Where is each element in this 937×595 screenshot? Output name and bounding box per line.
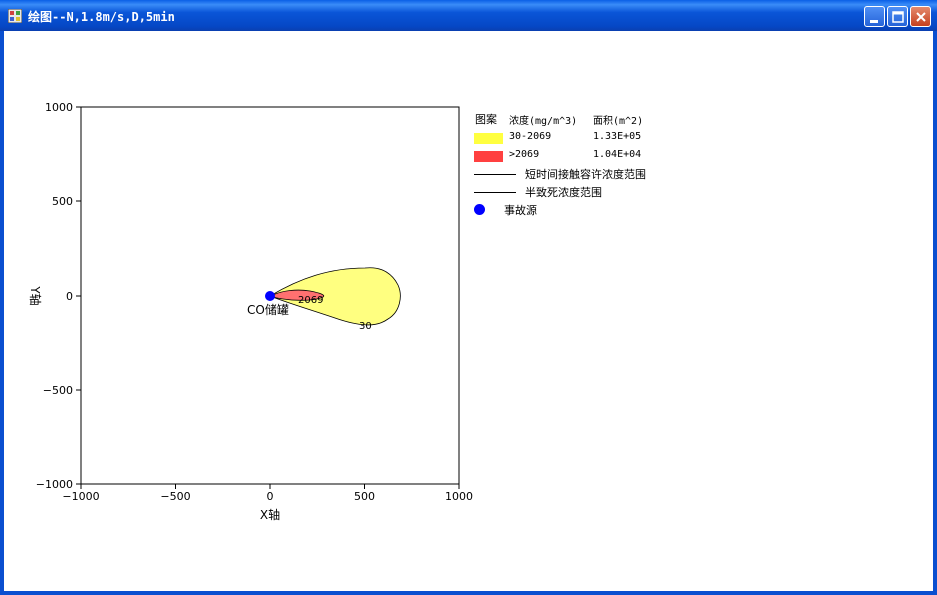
legend-line-short-term	[474, 174, 516, 175]
legend-half-lethal-label: 半致死浓度范围	[525, 186, 602, 199]
legend-swatch-yellow	[474, 133, 503, 144]
x-tick-label: 1000	[445, 490, 473, 503]
source-label: CO储罐	[247, 302, 289, 317]
y-axis-label: Y轴	[28, 285, 43, 305]
y-tick-label: −500	[43, 384, 73, 397]
legend-area-1: 1.33E+05	[593, 131, 642, 142]
legend-source-label: 事故源	[504, 204, 537, 217]
legend-header-concentration: 浓度(mg/m^3)	[509, 116, 578, 127]
x-tick-label: −500	[160, 490, 190, 503]
x-axis-label: X轴	[260, 507, 280, 522]
legend-range-2: >2069	[509, 149, 540, 160]
x-tick-label: −1000	[62, 490, 99, 503]
y-tick-label: 500	[52, 195, 73, 208]
legend-source-dot	[474, 204, 485, 215]
legend-short-term-label: 短时间接触容许浓度范围	[525, 168, 646, 181]
dispersion-plot: −1000 −500 0 500 1000 1000 500 0 −500 −1…	[28, 101, 473, 522]
y-ticks	[76, 106, 81, 485]
x-tick-label: 500	[354, 490, 375, 503]
source-point	[265, 291, 275, 301]
legend-area-2: 1.04E+04	[593, 149, 642, 160]
contour-label-inner: 2069	[298, 295, 323, 306]
y-tick-label: −1000	[36, 478, 73, 491]
contour-label-outer: 30	[359, 321, 372, 332]
legend-line-half-lethal	[474, 192, 516, 193]
y-tick-label: 0	[66, 290, 73, 303]
x-tick-label: 0	[267, 490, 274, 503]
legend-swatch-red	[474, 151, 503, 162]
legend-header-area: 面积(m^2)	[593, 116, 644, 127]
y-tick-label: 1000	[45, 101, 73, 114]
legend-range-1: 30-2069	[509, 131, 552, 142]
x-ticks	[80, 484, 460, 489]
legend-header-pattern: 图案	[475, 113, 497, 126]
